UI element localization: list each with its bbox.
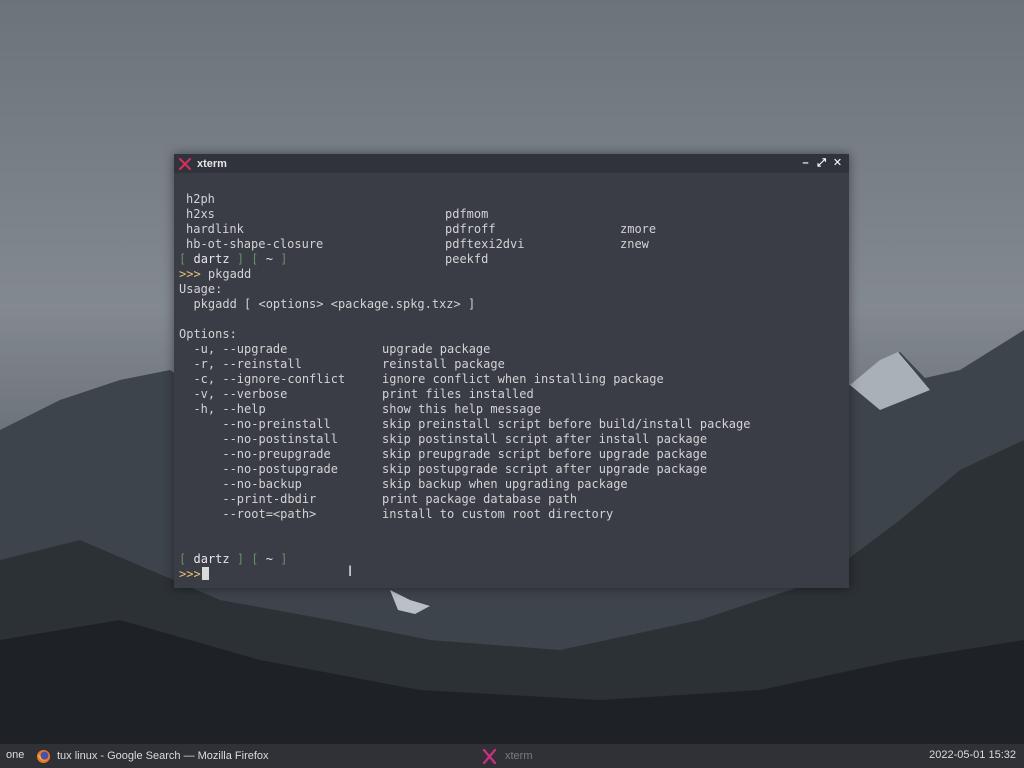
taskbar-item-firefox[interactable]: tux linux - Google Search — Mozilla Fire… [36,747,269,765]
option-row: --no-postinstall skip postinstall script … [179,432,844,447]
command-text: pkgadd [207,267,252,281]
prompt-bracket: [ [251,552,259,566]
option-description: skip backup when upgrading package [382,477,628,491]
option-flag: -v, --verbose [179,387,288,401]
option-row: --print-dbdir print package database path [179,492,844,507]
prompt-symbol: >>> [179,267,201,281]
option-description: upgrade package [382,342,491,356]
option-row: -v, --verbose print files installed [179,387,844,402]
option-description: skip postinstall script after install pa… [382,432,708,446]
option-flag: -h, --help [179,402,266,416]
restore-button[interactable]: ⤢ [816,157,827,169]
prompt-symbol: >>> [179,567,201,581]
option-description: skip preinstall script before build/inst… [382,417,751,431]
option-description: skip preupgrade script before upgrade pa… [382,447,708,461]
option-flag: --no-postupgrade [179,462,338,476]
option-description: skip postupgrade script after upgrade pa… [382,462,708,476]
option-row: -c, --ignore-conflict ignore conflict whe… [179,372,844,387]
prompt-directory: ~ [265,252,273,266]
option-row: --no-preinstall skip preinstall script be… [179,417,844,432]
prompt-line: [ dartz ] [ ~ ] [179,552,844,567]
ls-output-row: h2ph pdfmom zmore [179,177,844,236]
prompt-bracket: ] [280,252,288,266]
clock: 2022-05-01 15:32 [929,749,1016,761]
option-flag: --no-preinstall [179,417,331,431]
ibeam-cursor-icon: I [348,564,353,580]
option-flag: --no-preupgrade [179,447,331,461]
prompt-bracket: ] [236,552,245,566]
option-row: --root=<path> install to custom root dire… [179,507,844,522]
prompt-bracket: ] [236,252,245,266]
prompt-user: dartz [193,252,230,266]
firefox-icon [36,749,51,763]
xterm-window[interactable]: xterm – ⤢ ✕ h2ph pdfmom zmore h2xs pdfro… [174,154,849,588]
option-description: install to custom root directory [382,507,614,521]
option-row: --no-preupgrade skip preupgrade script be… [179,447,844,462]
command-input-line[interactable]: >>> [179,567,844,582]
option-description: ignore conflict when installing package [382,372,664,386]
usage-line: pkgadd [ <options> <package.spkg.txz> ] [179,297,476,311]
text-cursor [201,567,209,580]
taskbar-item-label: xterm [505,750,533,762]
usage-label: Usage: [179,282,223,296]
taskbar-item-label: tux linux - Google Search — Mozilla Fire… [57,750,269,762]
ls-output-row: hb-ot-shape-closure peekfd [179,222,844,266]
window-title: xterm [197,157,227,170]
option-description: reinstall package [382,357,505,371]
prompt-directory: ~ [265,552,273,566]
prompt-bracket: [ [251,252,259,266]
option-description: print files installed [382,387,534,401]
xterm-icon [482,748,497,764]
prompt-bracket: [ [179,552,187,566]
option-row: --no-postupgrade skip postupgrade script … [179,462,844,477]
ls-output-row: hardlink pdftexi2dvi [179,207,844,251]
workspace-label[interactable]: one [6,749,24,761]
options-label: Options: [179,327,237,341]
option-flag: -u, --upgrade [179,342,288,356]
ls-entry: znew [620,237,649,251]
option-flag: -r, --reinstall [179,357,302,371]
ls-output-row: h2xs pdfroff znew [179,192,844,251]
prompt-user: dartz [193,552,230,566]
command-line: >>> pkgadd [179,267,844,282]
taskbar-item-xterm[interactable]: xterm [482,747,533,765]
ls-entry: hb-ot-shape-closure [186,237,324,251]
xterm-icon [179,157,191,170]
ls-entry: pdftexi2dvi [445,237,525,251]
option-description: show this help message [382,402,541,416]
option-row: --no-backup skip backup when upgrading pa… [179,477,844,492]
prompt-line: [ dartz ] [ ~ ] [179,252,844,267]
option-flag: --no-backup [179,477,302,491]
taskbar: one tux linux - Google Search — Mozilla … [0,744,1024,768]
terminal-area[interactable]: h2ph pdfmom zmore h2xs pdfroff znew hard… [174,173,849,588]
prompt-bracket: [ [179,252,187,266]
window-titlebar[interactable]: xterm – ⤢ ✕ [174,154,849,173]
minimize-button[interactable]: – [800,157,811,169]
option-flag: -c, --ignore-conflict [179,372,346,386]
option-flag: --no-postinstall [179,432,338,446]
option-row: -u, --upgrade upgrade package [179,342,844,357]
option-flag: --root=<path> [179,507,317,521]
prompt-bracket: ] [280,552,288,566]
option-description: print package database path [382,492,578,506]
close-button[interactable]: ✕ [832,157,843,169]
option-flag: --print-dbdir [179,492,317,506]
option-row: -r, --reinstall reinstall package [179,357,844,372]
option-row: -h, --help show this help message [179,402,844,417]
